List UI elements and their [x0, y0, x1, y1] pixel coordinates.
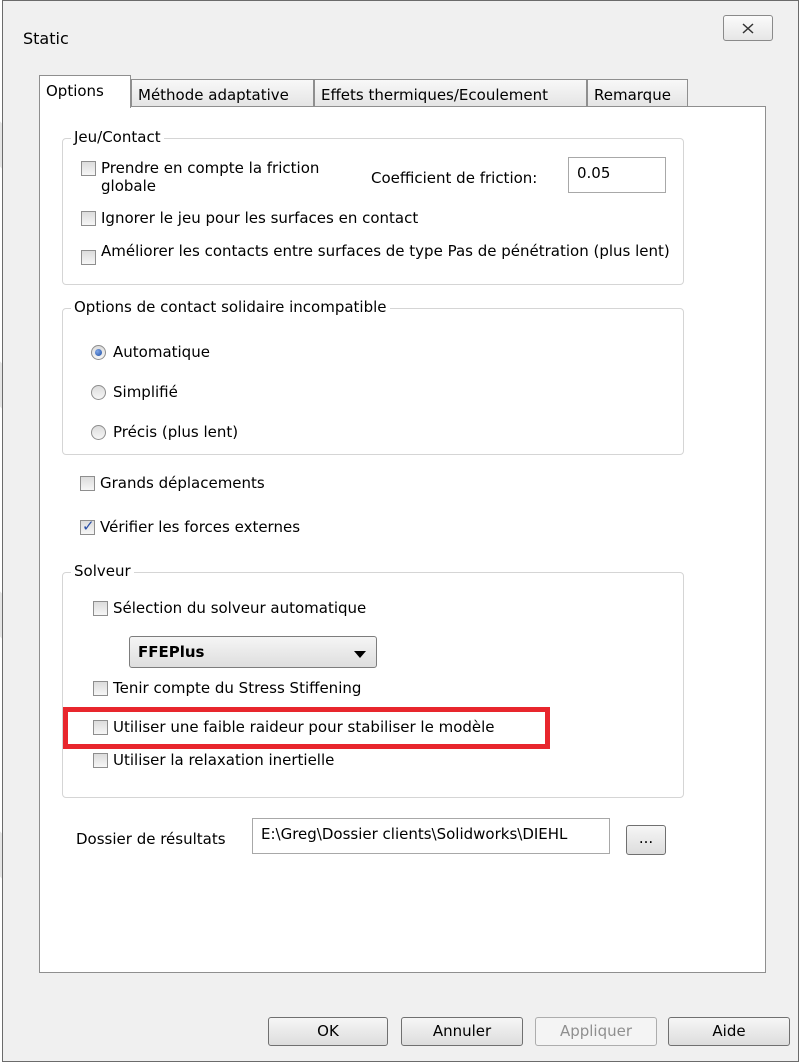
radio-label: Automatique: [113, 343, 210, 361]
check-forces-label: Vérifier les forces externes: [100, 518, 301, 536]
friction-coef-label: Coefficient de friction:: [371, 169, 538, 187]
radio-precise[interactable]: Précis (plus lent): [91, 423, 238, 441]
stress-stiffening-checkbox[interactable]: [93, 681, 108, 696]
group-title: Jeu/Contact: [71, 128, 164, 146]
tab-remark[interactable]: Remarque: [587, 79, 688, 107]
tab-label: Effets thermiques/Ecoulement: [321, 86, 548, 104]
friction-row[interactable]: Prendre en compte la friction globale: [81, 159, 351, 195]
stress-stiffening-row[interactable]: Tenir compte du Stress Stiffening: [93, 679, 361, 697]
auto-solver-label: Sélection du solveur automatique: [113, 599, 367, 617]
highlight-box: [63, 707, 550, 749]
radio-button[interactable]: [91, 385, 106, 400]
options-panel: Jeu/Contact Prendre en compte la frictio…: [39, 106, 766, 973]
large-displacement-row[interactable]: Grands déplacements: [80, 474, 265, 492]
ignore-gap-checkbox[interactable]: [81, 211, 96, 226]
tab-adaptive-method[interactable]: Méthode adaptative: [131, 79, 314, 107]
help-button[interactable]: Aide: [668, 1017, 790, 1046]
inertial-relief-checkbox[interactable]: [93, 753, 108, 768]
check-forces-checkbox[interactable]: [80, 517, 95, 535]
large-displacement-checkbox[interactable]: [80, 476, 95, 491]
auto-solver-checkbox[interactable]: [93, 601, 108, 616]
tab-label: Méthode adaptative: [138, 86, 289, 104]
tab-label: Options: [46, 82, 104, 100]
inertial-relief-label: Utiliser la relaxation inertielle: [113, 751, 335, 769]
close-icon: [742, 23, 754, 34]
friction-checkbox[interactable]: [81, 161, 96, 176]
group-title: Options de contact solidaire incompatibl…: [71, 298, 390, 316]
contact-group: Jeu/Contact Prendre en compte la frictio…: [62, 128, 684, 285]
inertial-relief-row[interactable]: Utiliser la relaxation inertielle: [93, 751, 334, 769]
browse-button[interactable]: ...: [626, 825, 666, 855]
tab-label: Remarque: [594, 86, 671, 104]
solver-select[interactable]: FFEPlus: [129, 636, 377, 668]
ok-button[interactable]: OK: [268, 1017, 388, 1046]
auto-solver-row[interactable]: Sélection du solveur automatique: [93, 599, 366, 617]
dropdown-arrow-icon: [354, 651, 366, 658]
apply-button[interactable]: Appliquer: [535, 1017, 657, 1046]
radio-label: Simplifié: [113, 383, 178, 401]
stress-stiffening-label: Tenir compte du Stress Stiffening: [113, 679, 362, 697]
improve-contacts-row[interactable]: Améliorer les contacts entre surfaces de…: [81, 242, 671, 265]
radio-button[interactable]: [91, 425, 106, 440]
results-folder-label: Dossier de résultats: [76, 830, 226, 848]
cancel-button[interactable]: Annuler: [401, 1017, 523, 1046]
tab-thermal-flow[interactable]: Effets thermiques/Ecoulement: [314, 79, 587, 107]
radio-button-selected[interactable]: [91, 345, 106, 360]
improve-contacts-checkbox[interactable]: [81, 250, 96, 265]
bonded-contact-group: Options de contact solidaire incompatibl…: [62, 298, 684, 455]
ignore-gap-row[interactable]: Ignorer le jeu pour les surfaces en cont…: [81, 209, 418, 227]
check-forces-row[interactable]: Vérifier les forces externes: [80, 517, 301, 536]
radio-label: Précis (plus lent): [113, 423, 239, 441]
solver-group: Solveur Sélection du solveur automatique…: [62, 562, 684, 798]
friction-label: Prendre en compte la friction globale: [101, 159, 320, 195]
improve-contacts-label: Améliorer les contacts entre surfaces de…: [101, 242, 670, 260]
large-displacement-label: Grands déplacements: [100, 474, 265, 492]
friction-coef-input[interactable]: 0.05: [568, 157, 666, 193]
solver-select-value: FFEPlus: [138, 643, 205, 661]
ignore-gap-label: Ignorer le jeu pour les surfaces en cont…: [101, 209, 419, 227]
group-title: Solveur: [71, 562, 134, 580]
dialog-window: Static Options Méthode adaptative Effets…: [2, 0, 799, 1062]
radio-simplified[interactable]: Simplifié: [91, 383, 178, 401]
dialog-title: Static: [23, 29, 69, 48]
results-folder-input[interactable]: E:\Greg\Dossier clients\Solidworks\DIEHL: [252, 818, 610, 854]
radio-automatic[interactable]: Automatique: [91, 343, 210, 361]
tab-options[interactable]: Options: [39, 75, 131, 108]
close-button[interactable]: [723, 15, 773, 41]
